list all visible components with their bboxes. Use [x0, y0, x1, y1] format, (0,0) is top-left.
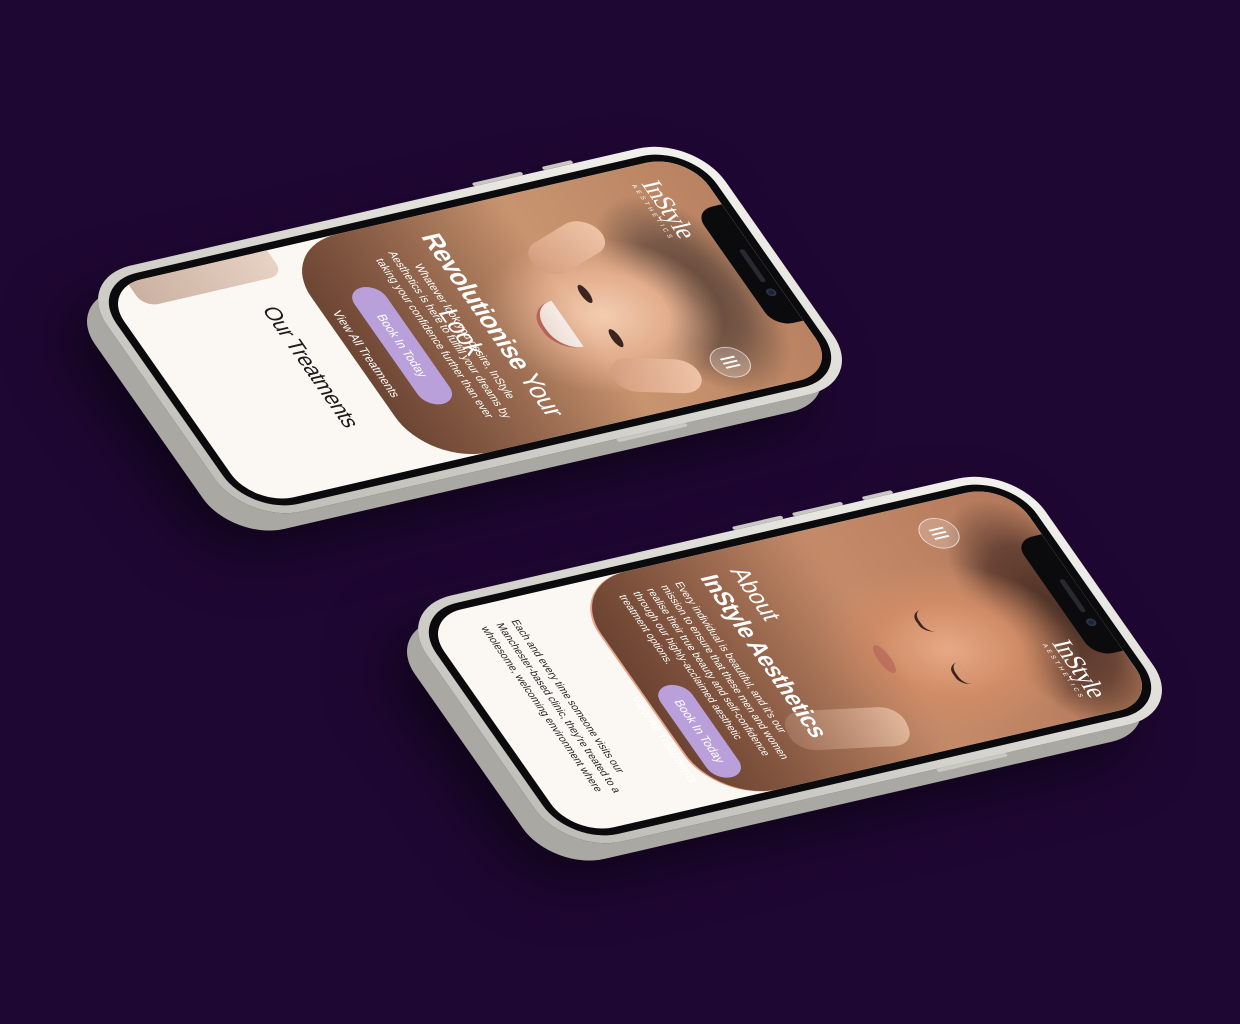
hero-image-eye	[574, 283, 596, 304]
hero-image-eye	[946, 662, 973, 687]
mockup-stage: InStyle AESTHETICS Revolutionise Your Lo…	[0, 0, 1240, 1024]
phone-mockup-about: InStyle AESTHETICS About InStyle Aesthet…	[394, 465, 1186, 855]
hero-image-eye	[605, 328, 627, 349]
hero-image-eye	[909, 609, 936, 634]
phone-side-button	[861, 490, 894, 501]
front-camera-icon	[764, 287, 779, 298]
phone-mockup-treatments: InStyle AESTHETICS Revolutionise Your Lo…	[74, 135, 866, 525]
front-camera-icon	[1084, 617, 1099, 628]
phone-side-button	[541, 160, 574, 171]
